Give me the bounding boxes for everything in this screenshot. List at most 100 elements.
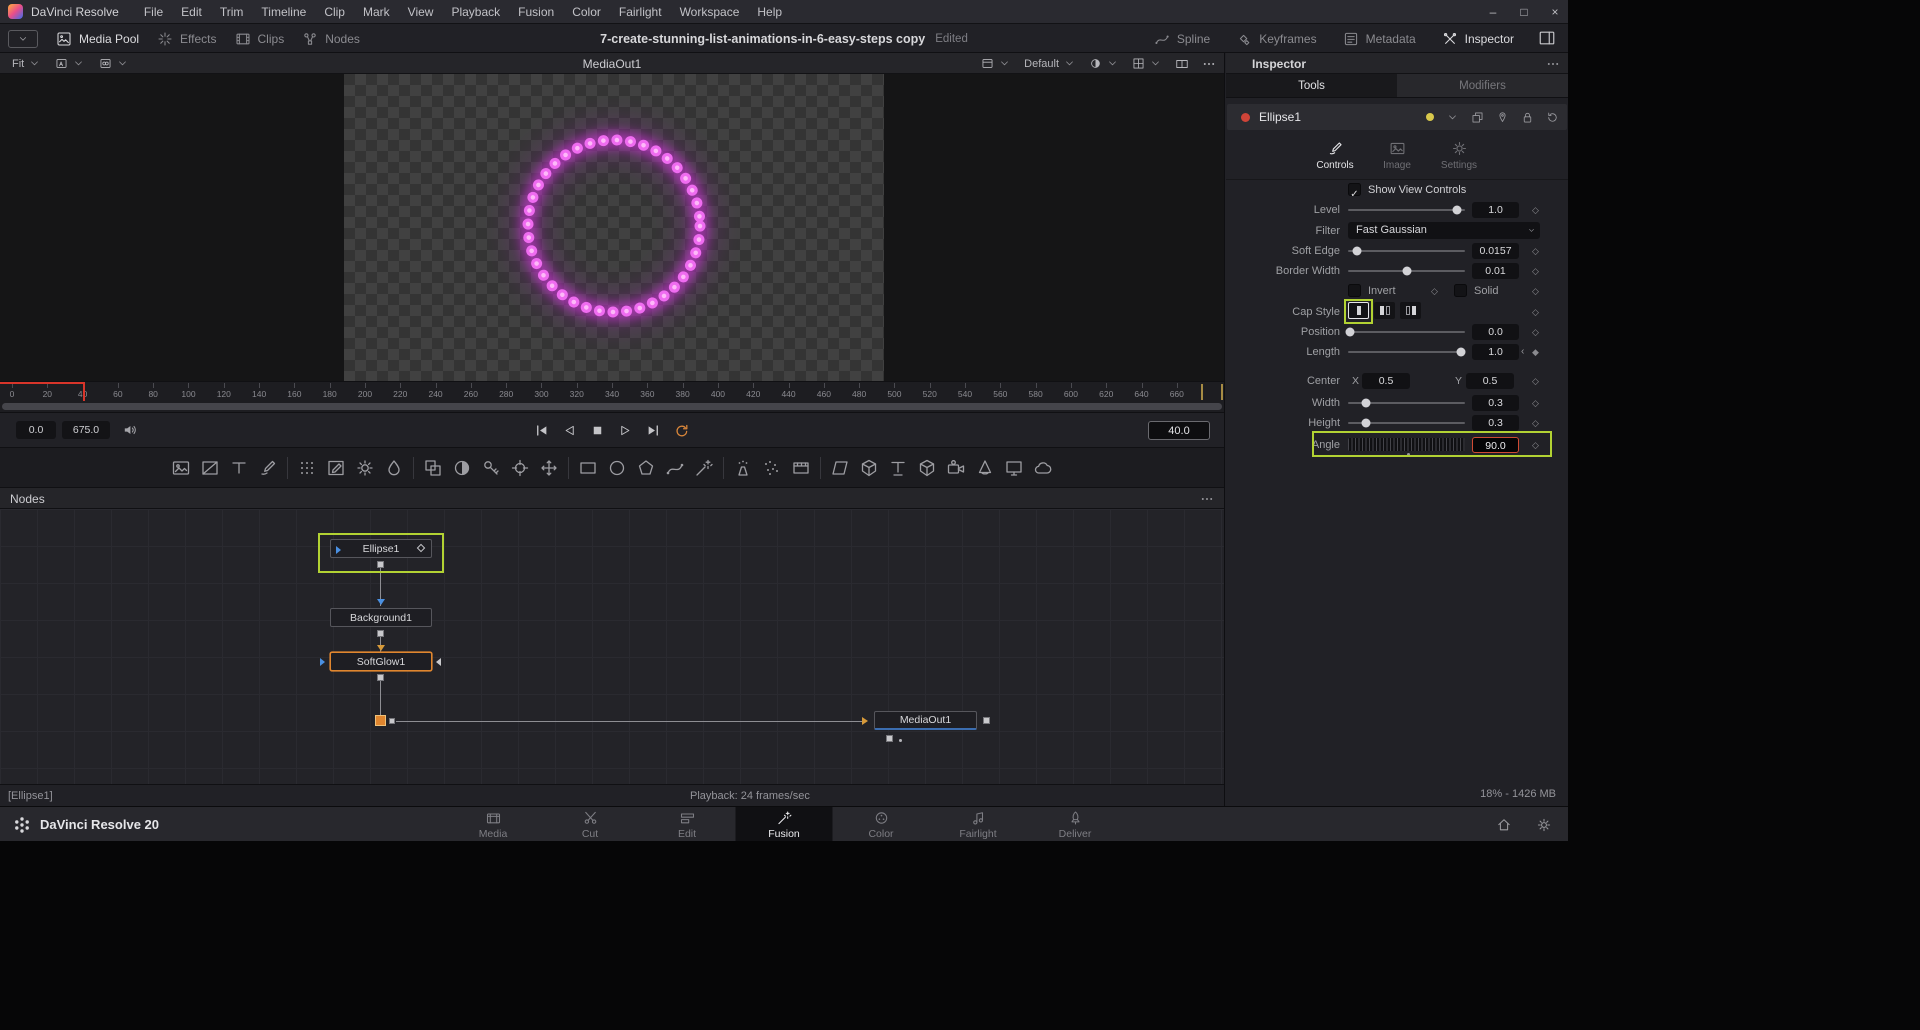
angle-thumbwheel[interactable]: [1348, 438, 1465, 451]
paint-tool-icon[interactable]: [258, 458, 278, 478]
loop-button[interactable]: [674, 423, 690, 439]
border-width-value[interactable]: 0.01: [1472, 263, 1519, 279]
renderer-3d-tool-icon[interactable]: [1004, 458, 1024, 478]
viewer2-indicator-icon[interactable]: [436, 658, 441, 666]
text-plus-tool-icon[interactable]: [229, 458, 249, 478]
menu-color[interactable]: Color: [563, 0, 610, 23]
length-keyframe-icon[interactable]: ◆: [1532, 342, 1539, 362]
cap-style-keyframe-icon[interactable]: ◇: [1532, 301, 1539, 321]
menu-workspace[interactable]: Workspace: [671, 0, 749, 23]
node-ellipse1[interactable]: Ellipse1: [330, 539, 432, 558]
center-y-value[interactable]: 0.5: [1466, 373, 1514, 389]
mask-port-icon[interactable]: [417, 543, 425, 551]
page-tab-fusion[interactable]: Fusion: [736, 807, 833, 841]
inspector-options-icon[interactable]: [1546, 57, 1560, 71]
pin-icon[interactable]: [1496, 111, 1509, 124]
color-corrector-tool-icon[interactable]: [355, 458, 375, 478]
page-tab-fairlight[interactable]: Fairlight: [930, 807, 1027, 841]
soft-edge-value[interactable]: 0.0157: [1472, 243, 1519, 259]
cap-style-flat-button[interactable]: [1348, 302, 1369, 319]
position-keyframe-icon[interactable]: ◇: [1532, 322, 1539, 342]
length-slider[interactable]: [1348, 342, 1465, 362]
tab-modifiers[interactable]: Modifiers: [1397, 74, 1568, 97]
timeline-scrollbar[interactable]: [2, 403, 1222, 410]
clips-button[interactable]: Clips: [235, 31, 285, 47]
position-slider[interactable]: [1348, 322, 1465, 342]
lut-dropdown[interactable]: Default: [1024, 57, 1076, 70]
channels-dropdown[interactable]: [99, 57, 129, 70]
fog-3d-tool-icon[interactable]: [1033, 458, 1053, 478]
dissolve-tool-icon[interactable]: [452, 458, 472, 478]
length-prev-keyframe-icon[interactable]: ‹: [1521, 342, 1524, 362]
current-frame-field[interactable]: 40.0: [1148, 421, 1210, 440]
zoom-fit-dropdown[interactable]: Fit: [12, 57, 41, 70]
range-end-field[interactable]: 675.0: [62, 421, 110, 439]
minimize-button[interactable]: –: [1486, 5, 1500, 19]
delta-keyer-tool-icon[interactable]: [481, 458, 501, 478]
page-tab-color[interactable]: Color: [833, 807, 930, 841]
mask-paint-tool-icon[interactable]: [326, 458, 346, 478]
inspector-button[interactable]: Inspector: [1442, 31, 1514, 47]
filter-dropdown[interactable]: Fast Gaussian: [1348, 222, 1540, 239]
inspector-node-header[interactable]: Ellipse1: [1227, 104, 1567, 130]
position-value[interactable]: 0.0: [1472, 324, 1519, 340]
height-value[interactable]: 0.3: [1472, 415, 1519, 431]
invert-checkbox[interactable]: [1348, 284, 1361, 297]
keyframes-button[interactable]: Keyframes: [1236, 31, 1316, 47]
viewer-options-icon[interactable]: [1202, 57, 1216, 71]
chevron-down-icon[interactable]: [1446, 111, 1459, 124]
view-indicator-icon[interactable]: [336, 546, 341, 554]
subtab-image[interactable]: Image: [1375, 140, 1419, 171]
pemitter-tool-icon[interactable]: [733, 458, 753, 478]
go-to-start-button[interactable]: [534, 423, 549, 438]
home-icon[interactable]: [1496, 817, 1512, 833]
checker-underlay-dropdown[interactable]: [1132, 57, 1162, 70]
camera-3d-tool-icon[interactable]: [946, 458, 966, 478]
text-3d-tool-icon[interactable]: [888, 458, 908, 478]
panel-layout-icon[interactable]: [1538, 29, 1556, 47]
soft-edge-keyframe-icon[interactable]: ◇: [1532, 241, 1539, 261]
solid-checkbox[interactable]: [1454, 284, 1467, 297]
go-to-end-button[interactable]: [646, 423, 661, 438]
play-button[interactable]: [618, 423, 633, 438]
timeline-ruler[interactable]: 0 20 40 60 80: [0, 381, 1224, 401]
playhead[interactable]: [83, 382, 85, 402]
spline-button[interactable]: Spline: [1154, 31, 1210, 47]
page-tab-edit[interactable]: Edit: [639, 807, 736, 841]
settings-gear-icon[interactable]: [1536, 817, 1552, 833]
menu-timeline[interactable]: Timeline: [252, 0, 315, 23]
maximize-button[interactable]: □: [1517, 5, 1531, 19]
cap-style-round-button[interactable]: [1374, 302, 1395, 319]
subtab-controls[interactable]: Controls: [1313, 140, 1357, 171]
prender-tool-icon[interactable]: [791, 458, 811, 478]
soft-edge-slider[interactable]: [1348, 241, 1465, 261]
background-tool-icon[interactable]: [200, 458, 220, 478]
angle-keyframe-icon[interactable]: ◇: [1532, 435, 1539, 455]
width-value[interactable]: 0.3: [1472, 395, 1519, 411]
speaker-icon[interactable]: [122, 422, 138, 438]
menu-fusion[interactable]: Fusion: [509, 0, 563, 23]
effects-button[interactable]: Effects: [157, 31, 216, 47]
softglow1-output-socket[interactable]: [377, 674, 384, 681]
menu-file[interactable]: File: [135, 0, 172, 23]
solid-keyframe-icon[interactable]: ◇: [1532, 281, 1539, 301]
versions-icon[interactable]: [1471, 111, 1484, 124]
nodes-button[interactable]: Nodes: [302, 31, 360, 47]
menu-edit[interactable]: Edit: [172, 0, 211, 23]
panel-expand-button[interactable]: [8, 30, 38, 48]
channel-select-dropdown[interactable]: [1089, 57, 1119, 70]
menu-view[interactable]: View: [399, 0, 443, 23]
reset-icon[interactable]: [1546, 111, 1559, 124]
media-pool-button[interactable]: Media Pool: [56, 31, 139, 47]
tab-tools[interactable]: Tools: [1226, 74, 1397, 97]
menu-mark[interactable]: Mark: [354, 0, 399, 23]
length-value[interactable]: 1.0: [1472, 344, 1519, 360]
close-button[interactable]: ×: [1548, 5, 1562, 19]
level-value[interactable]: 1.0: [1472, 202, 1519, 218]
subtab-settings[interactable]: Settings: [1437, 140, 1481, 171]
menu-help[interactable]: Help: [748, 0, 791, 23]
menu-playback[interactable]: Playback: [442, 0, 509, 23]
metadata-button[interactable]: Metadata: [1343, 31, 1416, 47]
fastnoise-tool-icon[interactable]: [297, 458, 317, 478]
display-mode-dropdown[interactable]: [981, 57, 1011, 70]
